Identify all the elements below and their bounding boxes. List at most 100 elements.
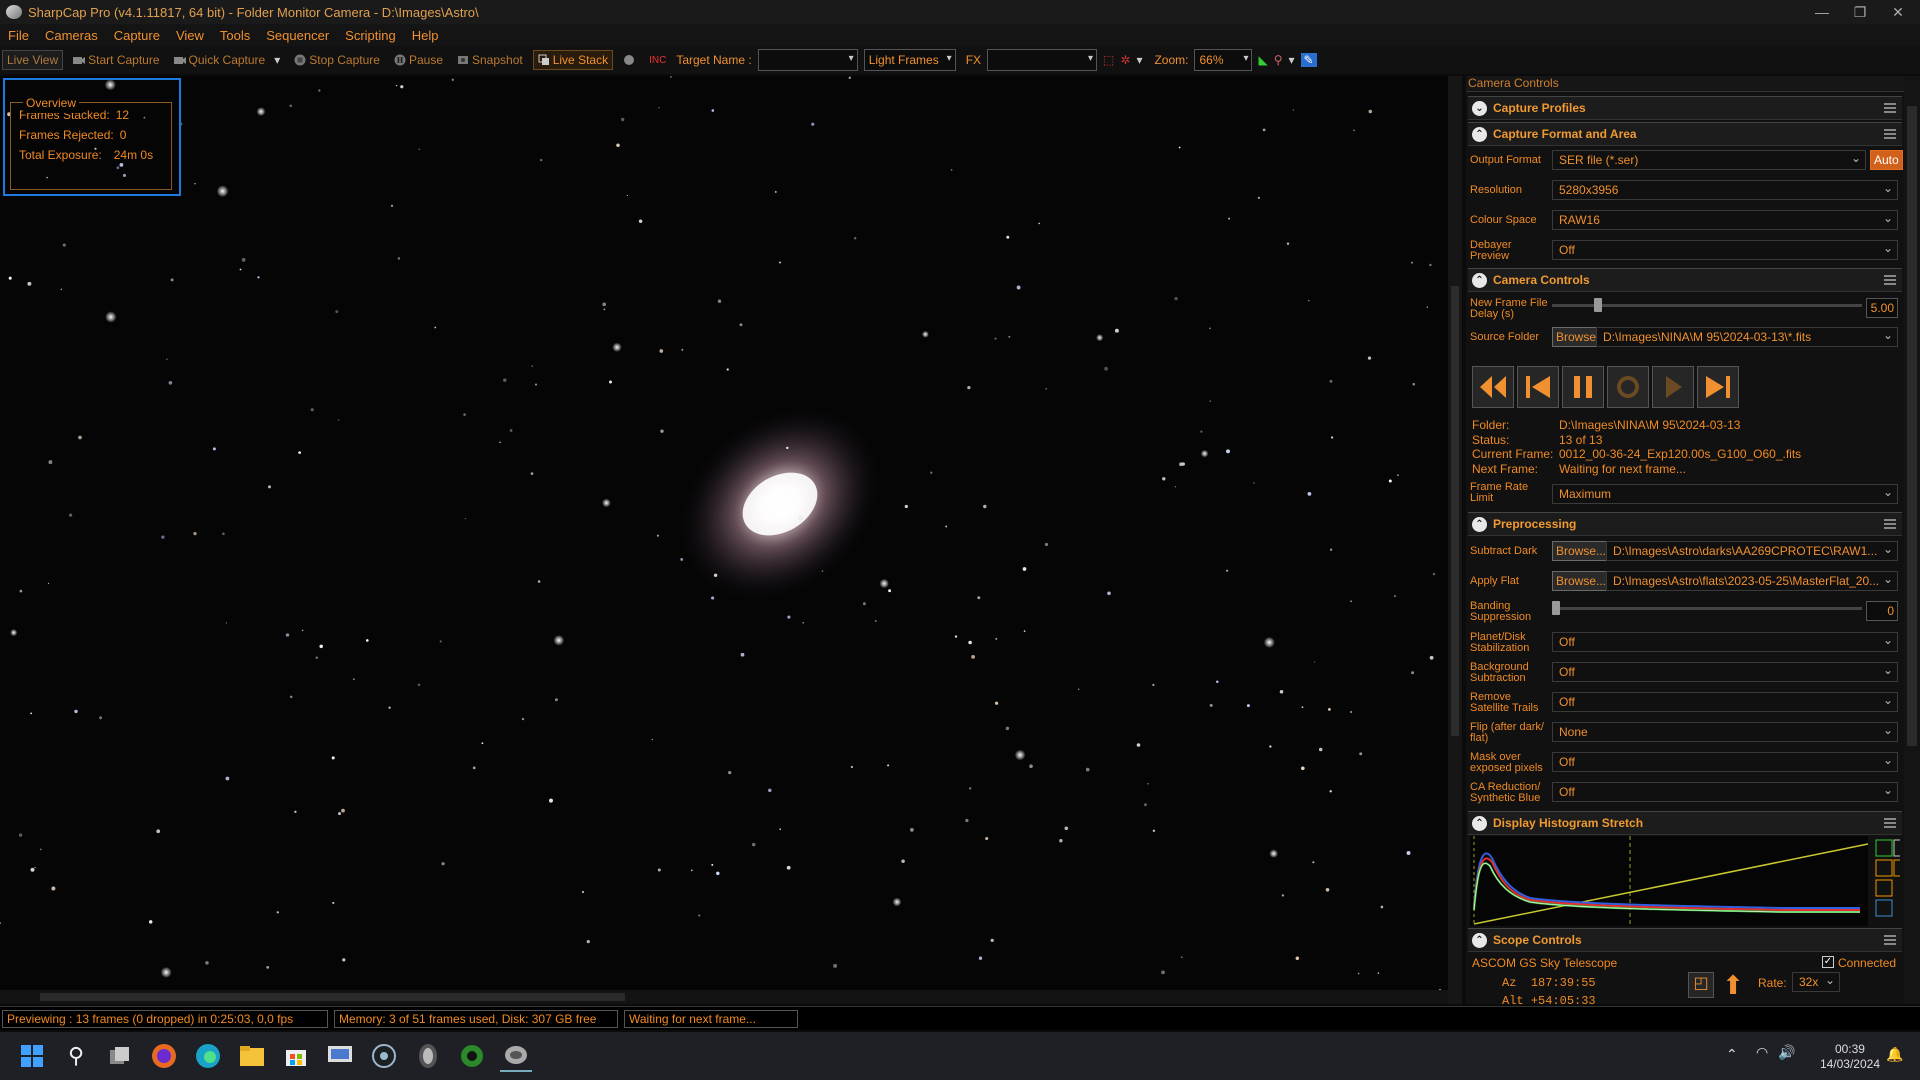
section-camera-controls[interactable]: ⌃ Camera Controls: [1468, 268, 1902, 292]
chevron-up-icon[interactable]: ⌃: [1472, 272, 1487, 288]
quick-capture-button[interactable]: Quick Capture ▾: [170, 51, 285, 69]
rewind-button[interactable]: [1472, 366, 1514, 408]
hamburger-icon[interactable]: [1884, 275, 1896, 285]
hamburger-icon[interactable]: [1884, 519, 1896, 529]
debayer-preview-select[interactable]: Off: [1552, 240, 1898, 260]
play-button[interactable]: [1652, 366, 1694, 408]
browse-dark-button[interactable]: Browse...: [1552, 541, 1611, 561]
power-icon[interactable]: [1875, 839, 1893, 857]
volume-icon[interactable]: 🔊: [1778, 1044, 1795, 1061]
histogram-plot[interactable]: [1470, 836, 1900, 926]
rate-select[interactable]: 32x: [1792, 972, 1840, 992]
menu-tools[interactable]: Tools: [212, 28, 258, 43]
contrast-icon[interactable]: [1893, 839, 1900, 857]
frame-type-select[interactable]: Light Frames: [863, 49, 956, 71]
wifi-icon[interactable]: ◠: [1756, 1044, 1768, 1061]
live-view-button[interactable]: Live View: [2, 50, 64, 70]
annotate-button[interactable]: INC: [645, 53, 670, 68]
background-subtraction-select[interactable]: Off: [1552, 662, 1898, 682]
frame-rate-limit-select[interactable]: Maximum: [1552, 484, 1898, 504]
reset-icon[interactable]: [1875, 879, 1893, 897]
reticle-icon[interactable]: ⬚: [1103, 53, 1114, 67]
restart-button[interactable]: [1607, 366, 1649, 408]
satellite-trails-select[interactable]: Off: [1552, 692, 1898, 712]
browse-flat-button[interactable]: Browse...: [1552, 571, 1611, 591]
section-scope-controls[interactable]: ⌃ Scope Controls: [1468, 928, 1902, 952]
section-capture-format[interactable]: ⌃ Capture Format and Area: [1468, 122, 1902, 146]
ca-reduction-select[interactable]: Off: [1552, 782, 1898, 802]
menu-cameras[interactable]: Cameras: [37, 28, 106, 43]
target-name-input[interactable]: [757, 49, 858, 71]
output-format-select[interactable]: SER file (*.ser): [1552, 150, 1866, 170]
lightning-icon[interactable]: [1875, 859, 1893, 877]
chevron-up-icon[interactable]: ⌃: [1472, 932, 1487, 948]
slider-knob[interactable]: [1594, 298, 1603, 312]
dark-frame-button[interactable]: [619, 52, 639, 68]
pause-playback-button[interactable]: [1562, 366, 1604, 408]
zoom-select[interactable]: 66%: [1194, 49, 1253, 71]
crosshair-icon[interactable]: ✲: [1120, 53, 1130, 67]
apply-flat-select[interactable]: D:\Images\Astro\flats\2023-05-25\MasterF…: [1606, 571, 1898, 591]
chevron-up-icon[interactable]: ⌃: [1472, 126, 1487, 142]
section-histogram[interactable]: ⌃ Display Histogram Stretch: [1468, 811, 1902, 835]
menu-capture[interactable]: Capture: [106, 28, 168, 43]
hamburger-icon[interactable]: [1884, 935, 1896, 945]
firefox-button[interactable]: [148, 1040, 180, 1072]
magnifier-icon[interactable]: ⚲: [1274, 53, 1283, 67]
menu-scripting[interactable]: Scripting: [337, 28, 404, 43]
vertical-scrollbar[interactable]: [1448, 76, 1462, 1004]
chevron-down-icon[interactable]: ▾: [274, 53, 280, 67]
app-phd-button[interactable]: [456, 1040, 488, 1072]
hamburger-icon[interactable]: [1884, 103, 1896, 113]
store-button[interactable]: [280, 1040, 312, 1072]
chevron-up-icon[interactable]: ⌃: [1472, 516, 1487, 532]
last-frame-button[interactable]: [1697, 366, 1739, 408]
flip-select[interactable]: None: [1552, 722, 1898, 742]
first-frame-button[interactable]: [1517, 366, 1559, 408]
clock[interactable]: 00:39 14/03/2024: [1820, 1042, 1880, 1072]
section-capture-profiles[interactable]: ⌄ Capture Profiles: [1468, 96, 1902, 120]
task-view-button[interactable]: [104, 1040, 136, 1072]
menu-view[interactable]: View: [168, 28, 212, 43]
mask-exposed-select[interactable]: Off: [1552, 752, 1898, 772]
chevron-down-icon[interactable]: ⌄: [1472, 100, 1487, 116]
scroll-thumb[interactable]: [40, 993, 625, 1001]
app-sharpcap-button[interactable]: [500, 1040, 532, 1072]
brush-icon[interactable]: ✎: [1300, 53, 1317, 67]
histogram-icon[interactable]: ◣: [1258, 53, 1267, 67]
chevron-up-icon[interactable]: ⌃: [1726, 1046, 1738, 1063]
menu-help[interactable]: Help: [404, 28, 447, 43]
image-viewer[interactable]: [0, 76, 1448, 1004]
hamburger-icon[interactable]: [1884, 129, 1896, 139]
section-preprocessing[interactable]: ⌃ Preprocessing: [1468, 512, 1902, 536]
start-button[interactable]: [16, 1040, 48, 1072]
chevron-down-icon[interactable]: ▾: [1136, 53, 1142, 67]
banding-suppression-slider[interactable]: [1552, 601, 1862, 621]
scope-spiral-button[interactable]: ◰: [1688, 972, 1714, 998]
stop-capture-button[interactable]: Stop Capture: [290, 51, 384, 69]
pause-button[interactable]: Pause: [390, 51, 447, 69]
slider-knob[interactable]: [1552, 601, 1560, 615]
menu-file[interactable]: File: [0, 28, 37, 43]
scroll-thumb[interactable]: [1907, 106, 1917, 746]
start-capture-button[interactable]: Start Capture: [69, 51, 163, 69]
auto-button[interactable]: Auto: [1870, 150, 1903, 170]
menu-sequencer[interactable]: Sequencer: [258, 28, 337, 43]
notification-icon[interactable]: 🔔: [1886, 1046, 1903, 1063]
app-galaxy-button[interactable]: [368, 1040, 400, 1072]
lock-icon[interactable]: [1893, 859, 1900, 877]
colour-space-select[interactable]: RAW16: [1552, 210, 1898, 230]
app-nina-button[interactable]: [412, 1040, 444, 1072]
snapshot-button[interactable]: Snapshot: [453, 51, 527, 69]
connected-checkbox[interactable]: ✓: [1822, 956, 1834, 968]
scroll-thumb[interactable]: [1451, 286, 1459, 736]
subtract-dark-select[interactable]: D:\Images\Astro\darks\AA269CPROTEC\RAW1.…: [1606, 541, 1898, 561]
fx-select[interactable]: [987, 49, 1098, 71]
banding-suppression-input[interactable]: 0: [1866, 601, 1898, 621]
hamburger-icon[interactable]: [1884, 818, 1896, 828]
panel-scrollbar[interactable]: [1904, 76, 1920, 1004]
chevron-down-icon[interactable]: ▾: [1289, 53, 1295, 67]
resolution-select[interactable]: 5280x3956: [1552, 180, 1898, 200]
chevron-up-icon[interactable]: ⌃: [1472, 815, 1487, 831]
frame-delay-slider[interactable]: [1552, 298, 1862, 318]
